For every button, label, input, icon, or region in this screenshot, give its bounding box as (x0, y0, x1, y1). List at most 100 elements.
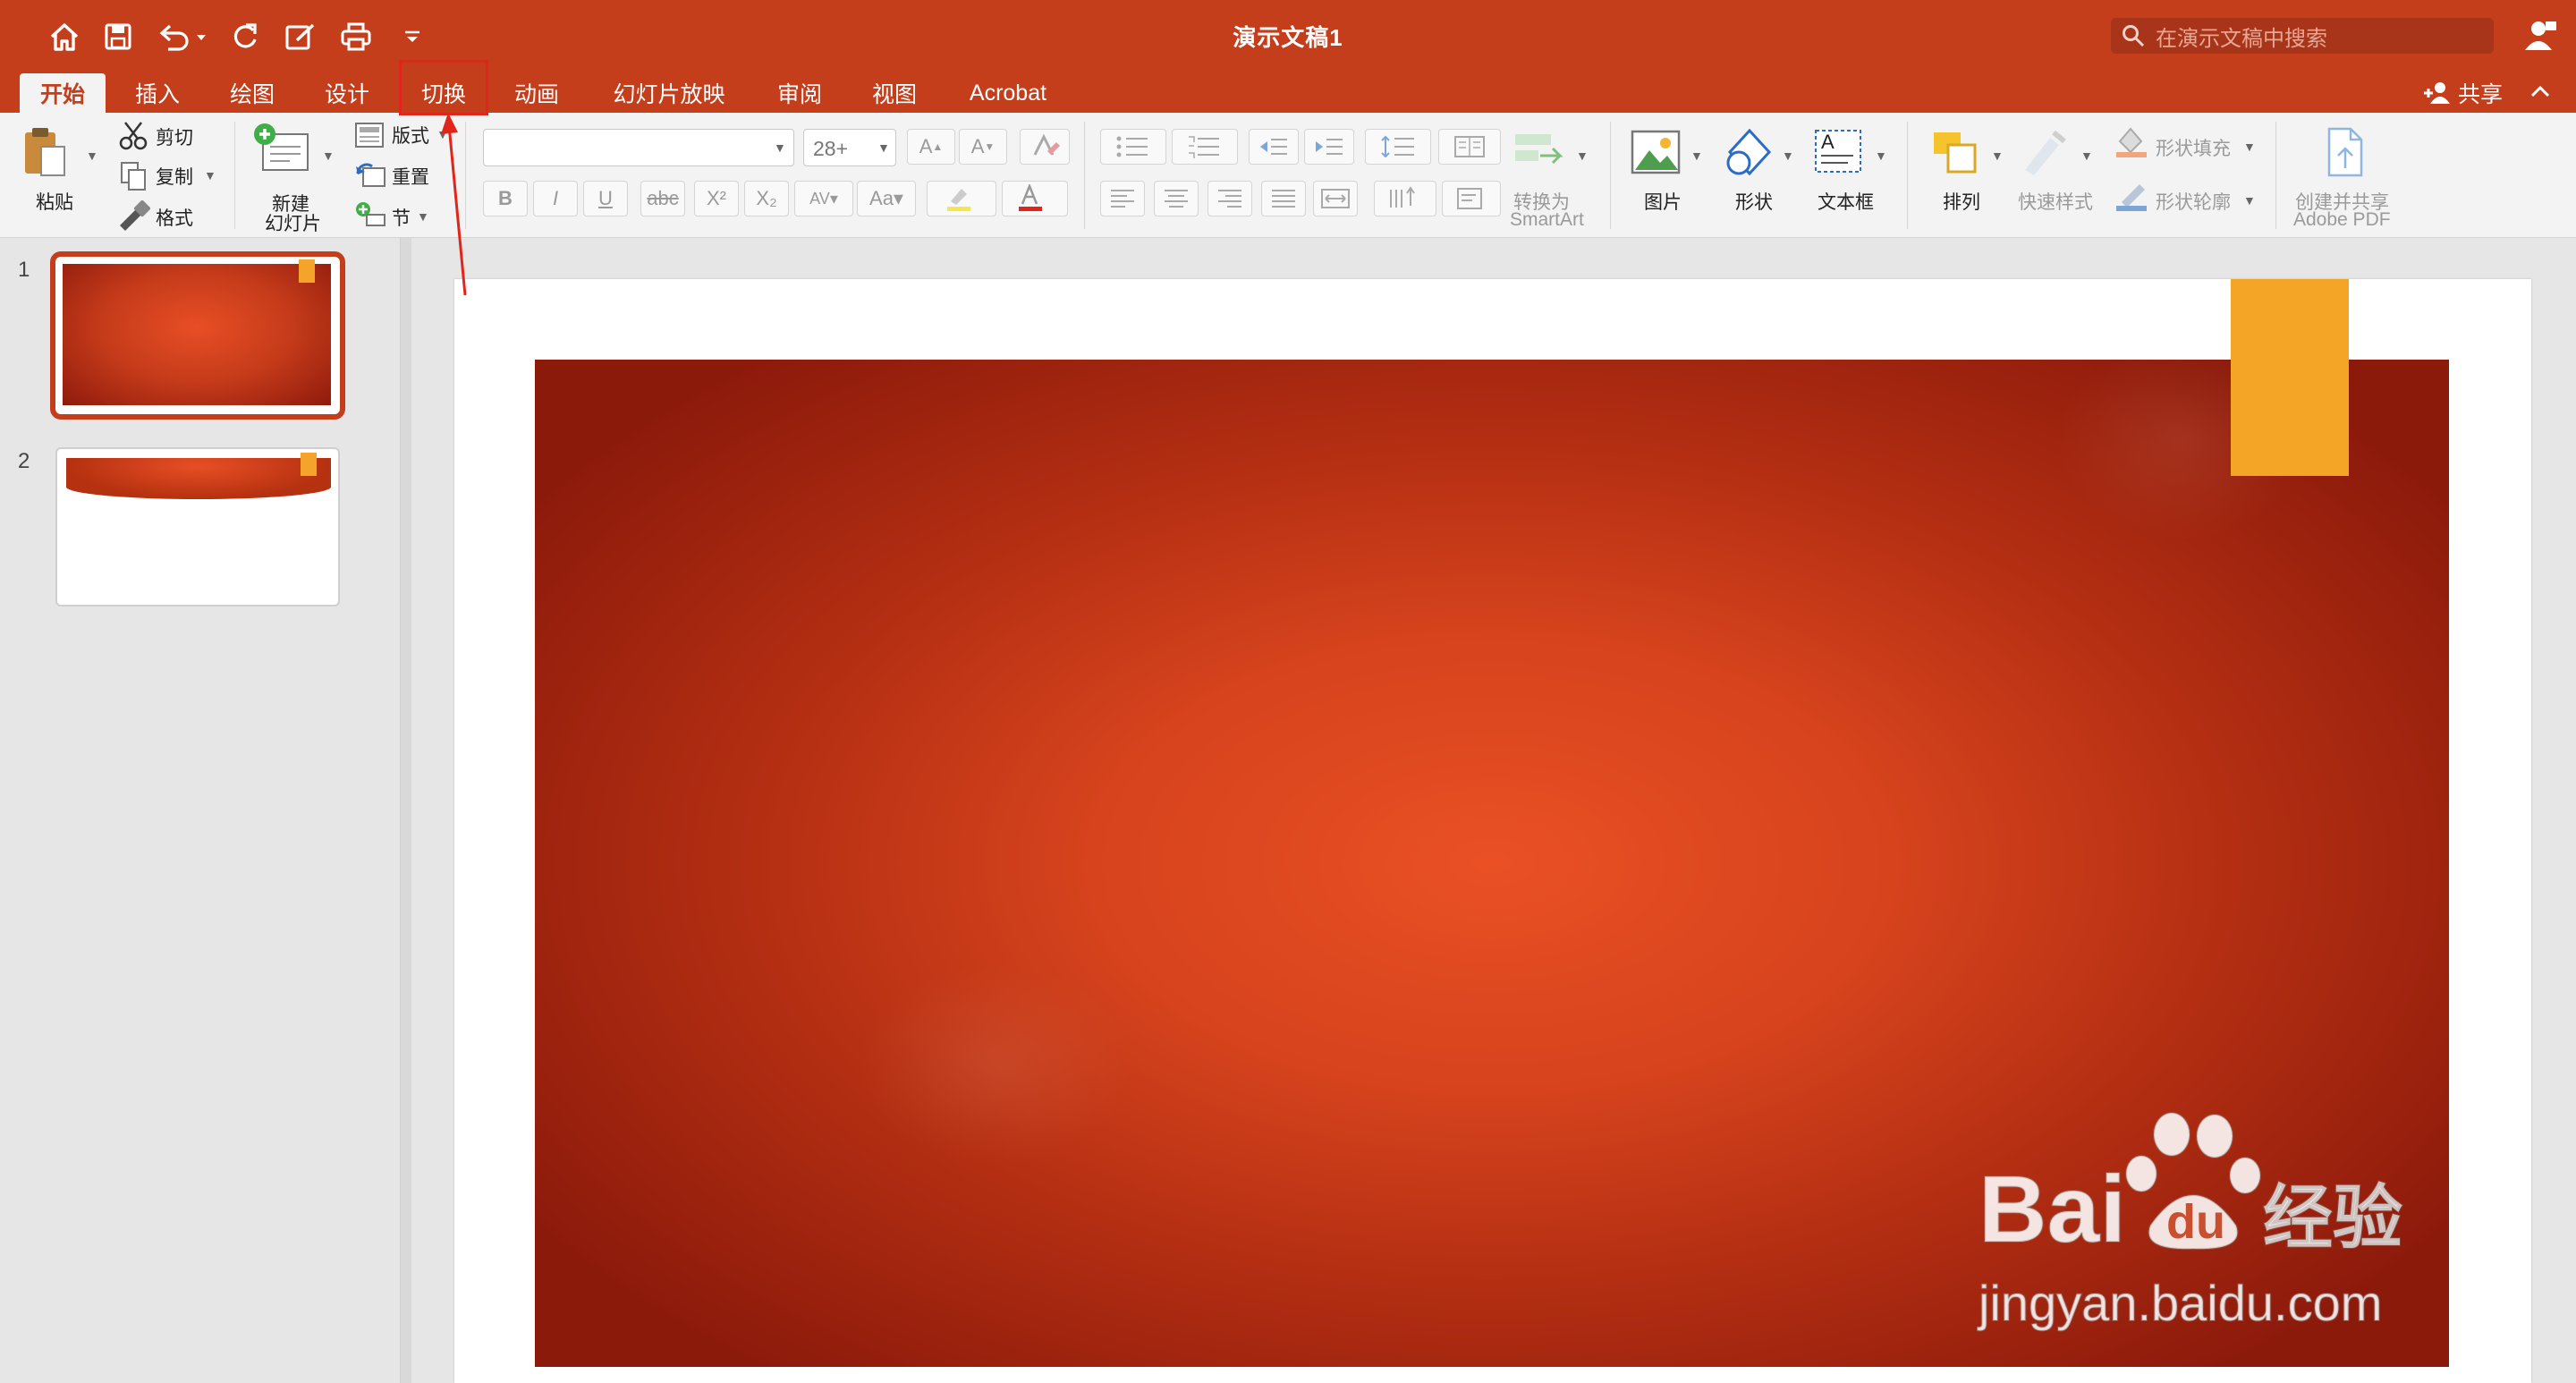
slide-thumbnail-2[interactable] (55, 447, 340, 607)
new-slide-label-2: 幻灯片 (265, 214, 321, 234)
slide-thumbnail-1-preview[interactable] (63, 264, 331, 405)
increase-font-button[interactable]: A ▲ (907, 129, 955, 165)
picture-dropdown-icon[interactable]: ▼ (1690, 148, 1703, 163)
shape-outline-icon[interactable] (2114, 179, 2150, 216)
new-slide-dropdown-icon[interactable]: ▼ (322, 148, 335, 163)
copy-icon[interactable] (118, 161, 148, 196)
strikethrough-button[interactable]: abc (640, 181, 685, 216)
tab-acrobat[interactable]: Acrobat (955, 73, 1061, 113)
scissors-icon[interactable] (118, 120, 148, 155)
search-icon (2123, 25, 2145, 47)
layout-label[interactable]: 版式 (392, 122, 429, 148)
tab-home[interactable]: 开始 (20, 73, 106, 113)
quick-styles-icon[interactable] (2018, 129, 2070, 182)
baidu-jingyan-watermark: Bai du 经验 jingyan.baidu.com (1977, 1112, 2403, 1332)
reset-icon[interactable] (354, 161, 386, 194)
align-center-icon[interactable] (1154, 181, 1199, 216)
bold-button[interactable]: B (483, 181, 528, 216)
add-person-icon (2424, 82, 2450, 104)
textbox-icon[interactable]: A (1812, 127, 1864, 182)
columns-icon[interactable] (1438, 129, 1501, 165)
section-dropdown-icon[interactable]: ▼ (417, 209, 429, 224)
shape-dropdown-icon[interactable]: ▼ (1782, 148, 1794, 163)
font-color-icon[interactable] (1002, 181, 1068, 216)
tab-insert[interactable]: 插入 (123, 73, 191, 113)
tab-draw[interactable]: 绘图 (218, 73, 286, 113)
shape-icon[interactable] (1723, 127, 1775, 182)
convert-smartart-icon[interactable] (1512, 129, 1565, 183)
arrange-icon[interactable] (1930, 129, 1982, 182)
paste-dropdown-icon[interactable]: ▼ (86, 148, 98, 163)
ribbon-tabs (0, 73, 2576, 113)
line-spacing-icon[interactable] (1365, 129, 1431, 165)
account-icon[interactable] (2522, 18, 2558, 58)
align-right-icon[interactable] (1208, 181, 1252, 216)
shape-fill-dropdown-icon[interactable]: ▼ (2243, 140, 2256, 154)
tab-animations[interactable]: 动画 (503, 73, 571, 113)
quick-styles-label: 快速样式 (2018, 192, 2093, 213)
bullets-icon[interactable] (1100, 129, 1166, 165)
shape-outline-dropdown-icon[interactable]: ▼ (2243, 193, 2256, 208)
textbox-label: 文本框 (1818, 192, 1874, 213)
character-spacing-button[interactable]: AV▾ (794, 181, 853, 216)
slide-thumbnail-2-tag (301, 453, 317, 476)
highlight-icon[interactable] (927, 181, 996, 216)
change-case-button[interactable]: Aa▾ (857, 181, 916, 216)
arrange-label: 排列 (1943, 192, 1980, 213)
arrange-dropdown-icon[interactable]: ▼ (1991, 148, 2004, 163)
section-icon[interactable] (354, 200, 386, 233)
font-size-select[interactable]: 28+ ▼ (803, 129, 896, 166)
shape-fill-label[interactable]: 形状填充 (2156, 134, 2231, 161)
reset-label[interactable]: 重置 (392, 163, 429, 190)
slide-decoration-tag[interactable] (2231, 279, 2349, 476)
watermark-du: du (2166, 1195, 2225, 1249)
font-size-value: 28+ (813, 137, 849, 160)
collapse-ribbon-icon[interactable] (2526, 77, 2555, 106)
copy-label[interactable]: 复制 (156, 163, 193, 190)
align-left-icon[interactable] (1100, 181, 1145, 216)
new-slide-icon[interactable] (252, 122, 311, 182)
justify-icon[interactable] (1261, 181, 1306, 216)
smartart-dropdown-icon[interactable]: ▼ (1576, 148, 1589, 163)
separator (234, 122, 235, 229)
share-button[interactable]: 共享 (2422, 73, 2503, 113)
numbering-icon[interactable] (1172, 129, 1238, 165)
decrease-font-button[interactable]: A ▼ (959, 129, 1007, 165)
separator (1907, 122, 1908, 229)
superscript-button[interactable]: X² (694, 181, 739, 216)
copy-dropdown-icon[interactable]: ▼ (204, 168, 216, 182)
format-painter-icon[interactable] (116, 199, 151, 235)
separator (1084, 122, 1085, 229)
quick-styles-dropdown-icon[interactable]: ▼ (2080, 148, 2093, 163)
clear-format-icon[interactable] (1020, 129, 1070, 165)
create-pdf-label-2: Adobe PDF (2293, 209, 2391, 230)
paste-icon[interactable] (21, 125, 72, 187)
shape-fill-icon[interactable] (2114, 125, 2150, 162)
textbox-dropdown-icon[interactable]: ▼ (1875, 148, 1887, 163)
cut-label[interactable]: 剪切 (156, 123, 193, 150)
picture-label: 图片 (1644, 192, 1682, 213)
format-painter-label[interactable]: 格式 (156, 204, 193, 231)
section-label[interactable]: 节 (392, 204, 411, 231)
picture-icon[interactable] (1630, 129, 1682, 180)
search-input[interactable]: 在演示文稿中搜索 (2111, 18, 2494, 54)
pane-divider[interactable] (401, 238, 411, 1383)
subscript-button[interactable]: X₂ (744, 181, 789, 216)
layout-icon[interactable] (354, 122, 385, 153)
distribute-icon[interactable] (1313, 181, 1358, 216)
italic-button[interactable]: I (533, 181, 578, 216)
tab-slideshow[interactable]: 幻灯片放映 (597, 73, 741, 113)
tab-view[interactable]: 视图 (860, 73, 928, 113)
decrease-indent-icon[interactable] (1249, 129, 1299, 165)
text-direction-icon[interactable] (1374, 181, 1436, 216)
adobe-pdf-icon[interactable] (2322, 127, 2368, 183)
tab-review[interactable]: 审阅 (766, 73, 834, 113)
font-name-select[interactable]: ▼ (483, 129, 794, 166)
increase-indent-icon[interactable] (1304, 129, 1354, 165)
align-text-icon[interactable] (1442, 181, 1501, 216)
shape-label: 形状 (1735, 192, 1773, 213)
search-placeholder: 在演示文稿中搜索 (2156, 26, 2327, 51)
tab-design[interactable]: 设计 (313, 73, 381, 113)
shape-outline-label[interactable]: 形状轮廓 (2156, 188, 2231, 215)
underline-button[interactable]: U (583, 181, 628, 216)
